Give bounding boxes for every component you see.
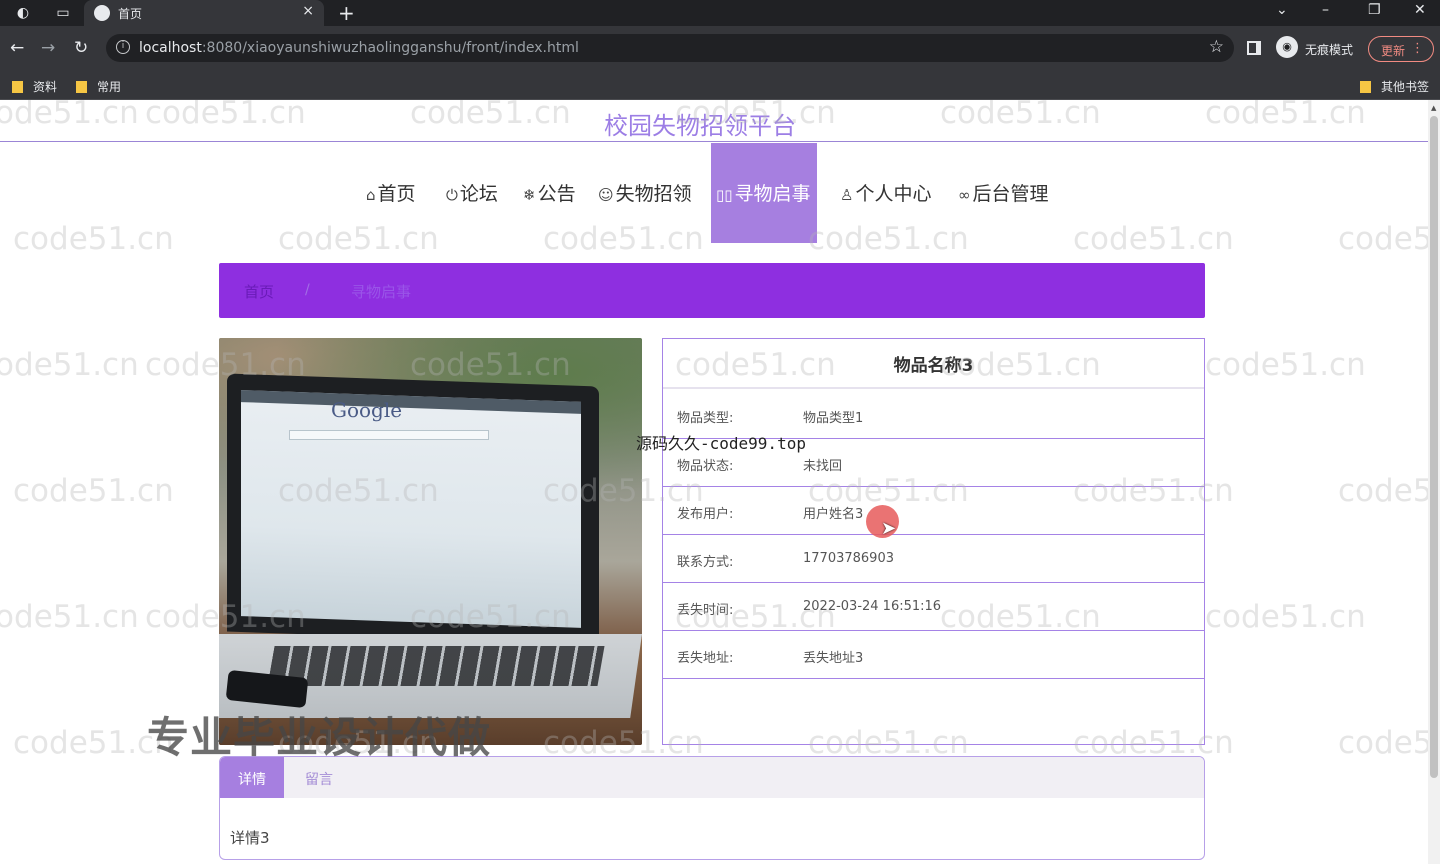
nav-item-forum[interactable]: ⏻ 论坛 [446, 179, 498, 207]
palette-icon: ☺ [598, 186, 614, 204]
url-text[interactable]: localhost:8080/xiaoyaunshiwuzhaolinggans… [139, 40, 579, 56]
mouse-cursor-icon: ➤ [881, 518, 897, 539]
watermark: code51.cn [1205, 347, 1366, 383]
nav-item-seek-item[interactable]: ▯▯ 寻物启事 [711, 143, 817, 243]
folder-icon [12, 81, 23, 93]
tab-title: 首页 [118, 7, 143, 21]
page-scrollbar[interactable]: ▲ [1428, 100, 1440, 864]
info-label: 物品状态: [677, 459, 734, 474]
info-row-contact: 联系方式: 17703786903 [663, 535, 1204, 583]
nav-item-lost-found[interactable]: ☺ 失物招领 [598, 179, 692, 207]
breadcrumb-separator: / [305, 282, 310, 298]
snowflake-icon: ❄ [523, 186, 536, 204]
site-title: 校园失物招领平台 [604, 112, 796, 140]
address-bar[interactable]: i localhost:8080/xiaoyaunshiwuzhaolingga… [106, 34, 1234, 62]
info-value: 17703786903 [803, 551, 894, 566]
info-label: 发布用户: [677, 507, 734, 522]
watermark: code51.cn [13, 473, 174, 509]
info-value: 丢失地址3 [803, 651, 864, 666]
address-toolbar: ← → ↻ i localhost:8080/xiaoyaunshiwuzhao… [0, 26, 1440, 70]
nav-item-admin[interactable]: ∞ 后台管理 [958, 179, 1049, 207]
watermark: code51.cn [1338, 473, 1428, 509]
info-row-lost-address: 丢失地址: 丢失地址3 [663, 631, 1204, 679]
other-bookmarks[interactable]: 其他书签 [1360, 78, 1429, 95]
reload-icon[interactable]: ↻ [74, 38, 88, 58]
detail-tabs: 详情 留言 详情3 [219, 756, 1205, 860]
site-info-icon[interactable]: i [116, 40, 130, 54]
laptop-screen [241, 390, 581, 628]
info-label: 联系方式: [677, 555, 734, 570]
folder-icon [1360, 81, 1371, 93]
breadcrumb-current: 寻物启事 [351, 283, 412, 301]
info-label: 物品类型: [677, 411, 734, 426]
nav-item-home[interactable]: ⌂ 首页 [366, 179, 416, 207]
photo-google-text: Google [331, 398, 403, 422]
info-label: 丢失地址: [677, 651, 734, 666]
scrollbar-thumb[interactable] [1430, 116, 1438, 778]
watermark: code51.cn [1338, 725, 1428, 761]
info-value: 2022-03-24 16:51:16 [803, 599, 942, 614]
forward-icon[interactable]: → [41, 38, 55, 58]
item-photo: Google [219, 338, 642, 745]
power-icon: ⏻ [446, 186, 458, 204]
back-icon[interactable]: ← [10, 38, 24, 58]
browser-tab-strip: ◐ ▭ 首页 × + ⌄ – ❐ ✕ [0, 0, 1440, 26]
info-row-user: 发布用户: 用户姓名3 [663, 487, 1204, 535]
restore-icon[interactable]: ❐ [1368, 2, 1381, 18]
watermark: code51.cn [0, 347, 139, 383]
update-button[interactable]: 更新 ⋮ [1368, 36, 1434, 62]
info-value: 物品类型1 [803, 411, 864, 426]
main-nav: ⌂ 首页 ⏻ 论坛 ❄ 公告 ☺ 失物招领 ▯▯ 寻物启事 ♙ 个人中心 ∞ 后台管理 [0, 143, 1428, 243]
nav-item-personal-center[interactable]: ♙ 个人中心 [840, 179, 931, 207]
new-tab-button[interactable]: + [338, 1, 355, 25]
bookmark-folder-1[interactable]: 资料 [12, 78, 57, 95]
incognito-label: 无痕模式 [1305, 43, 1354, 57]
nav-item-notice[interactable]: ❄ 公告 [523, 179, 576, 207]
tab-list-chevron-icon[interactable]: ⌄ [1276, 2, 1288, 18]
incognito-icon[interactable]: ◉ [1276, 36, 1298, 58]
browser-logo-icon[interactable]: ◐ [14, 4, 32, 22]
item-info-panel: 物品名称3 物品类型: 物品类型1 物品状态: 未找回 发布用户: 用户姓名3 … [662, 338, 1205, 745]
info-label: 丢失时间: [677, 603, 734, 618]
detail-content: 详情3 [230, 829, 270, 847]
source-banner: 源码久久-code99.top [636, 434, 806, 453]
scroll-up-icon[interactable]: ▲ [1431, 104, 1436, 112]
link-icon: ∞ [958, 186, 971, 204]
update-label: 更新 [1381, 44, 1406, 58]
browser-tab[interactable]: 首页 × [84, 0, 324, 26]
tab-search-icon[interactable]: ▭ [54, 4, 72, 22]
glasses-icon: ▯▯ [716, 186, 733, 204]
item-name: 物品名称3 [663, 339, 1204, 389]
info-row-lost-time: 丢失时间: 2022-03-24 16:51:16 [663, 583, 1204, 631]
info-value: 未找回 [803, 459, 843, 474]
watermark: code51.cn [0, 599, 139, 635]
bookmark-star-icon[interactable]: ☆ [1209, 37, 1224, 57]
more-menu-icon[interactable]: ⋮ [1411, 41, 1424, 56]
bookmark-folder-2[interactable]: 常用 [76, 78, 121, 95]
site-header: 校园失物招领平台 [0, 100, 1428, 142]
side-panel-icon[interactable] [1247, 41, 1261, 55]
bookmarks-bar: 资料 常用 其他书签 [0, 70, 1440, 100]
user-icon: ♙ [840, 186, 854, 204]
info-value: 用户姓名3 [803, 507, 864, 522]
breadcrumb-home-link[interactable]: 首页 [244, 281, 274, 302]
tab-favicon-icon [94, 5, 110, 21]
laptop-keys [267, 646, 605, 686]
home-icon: ⌂ [366, 186, 376, 204]
watermark: code51.cn [1205, 599, 1366, 635]
tab-close-icon[interactable]: × [302, 3, 314, 19]
folder-icon [76, 81, 87, 93]
breadcrumb: 首页 / 寻物启事 [219, 263, 1205, 318]
photo-search-box [289, 430, 489, 440]
minimize-icon[interactable]: – [1322, 2, 1329, 18]
ad-overlay: 专业毕业设计代做 [147, 713, 492, 762]
close-window-icon[interactable]: ✕ [1414, 2, 1426, 18]
